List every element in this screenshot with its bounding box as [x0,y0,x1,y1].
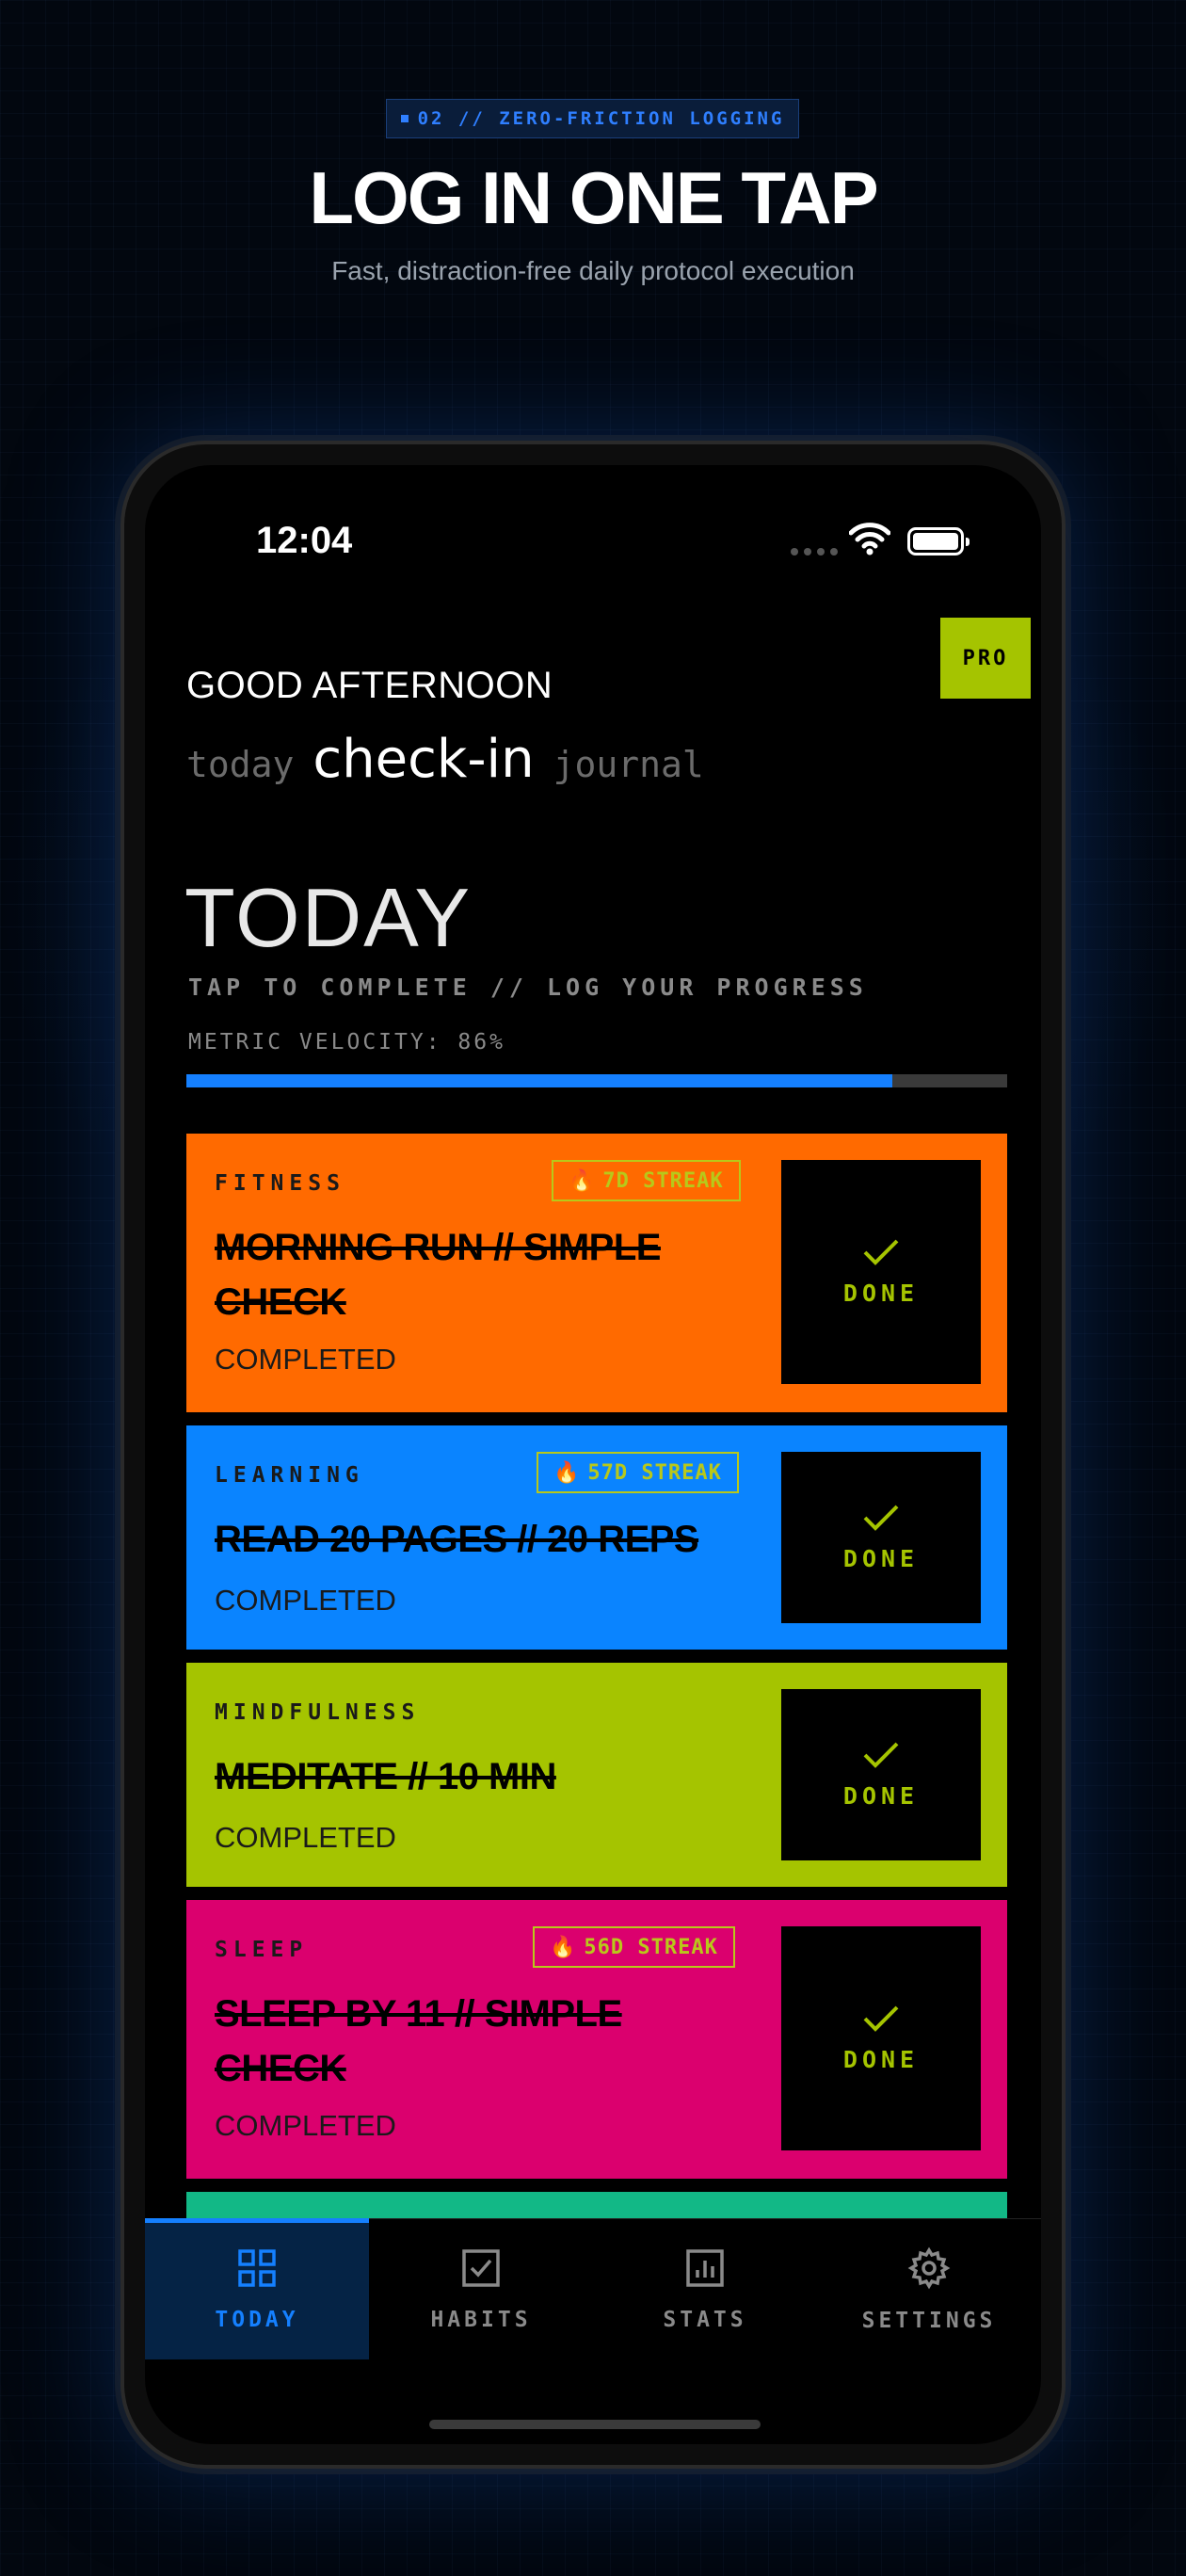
done-label: DONE [842,2045,920,2073]
habit-card-sleep[interactable]: SLEEP 🔥 56D STREAK SLEEP BY 11 // SIMPLE … [186,1900,1007,2179]
tab-today[interactable]: today [186,744,294,785]
streak-badge: 🔥 56D STREAK [533,1926,735,1968]
hero-subtitle: Fast, distraction-free daily protocol ex… [331,256,855,285]
velocity-label: METRIC VELOCITY: 86% [188,1030,505,1055]
flame-icon: 🔥 [550,1935,577,1959]
done-button[interactable]: DONE [781,1160,981,1384]
streak-label: 7D STREAK [602,1168,724,1193]
nav-label: STATS [663,2307,747,2332]
streak-badge: 🔥 57D STREAK [537,1452,739,1493]
habit-card-fitness[interactable]: FITNESS 🔥 7D STREAK MORNING RUN // SIMPLE… [186,1134,1007,1412]
done-label: DONE [842,1781,920,1810]
nav-stats[interactable]: STATS [593,2219,817,2359]
habit-name: READ 20 PAGES // 20 REPS [215,1519,699,1560]
habit-card-mindfulness[interactable]: MINDFULNESS MEDITATE // 10 MIN COMPLETED… [186,1663,1007,1887]
bottom-tab-bar: TODAY HABITS STATS SETTINGS [145,2218,1041,2359]
hero-title: LOG IN ONE TAP [309,156,878,239]
signal-dots-icon [791,548,838,555]
checkmark-icon [863,1742,899,1768]
page-title: TODAY [184,871,473,964]
done-button[interactable]: DONE [781,1452,981,1623]
nav-today[interactable]: TODAY [145,2218,369,2359]
view-tabs: today check-in journal [186,729,704,790]
flame-icon: 🔥 [569,1168,596,1193]
nav-label: HABITS [430,2307,532,2332]
done-button[interactable]: DONE [781,1926,981,2150]
habit-name: MORNING RUN // SIMPLE CHECK [215,1227,661,1323]
page-subtitle: TAP TO COMPLETE // LOG YOUR PROGRESS [188,974,868,1001]
habit-state: COMPLETED [215,1584,396,1617]
nav-label: TODAY [215,2307,299,2332]
habit-category: MINDFULNESS [215,1700,421,1725]
habit-card-learning[interactable]: LEARNING 🔥 57D STREAK READ 20 PAGES // 20… [186,1425,1007,1650]
phone-frame: 12:04 PRO GOOD AFTERNOON today check-in … [120,441,1066,2469]
habit-state: COMPLETED [215,1343,396,1376]
habit-state: COMPLETED [215,2109,396,2142]
flame-icon: 🔥 [553,1460,581,1485]
nav-settings[interactable]: SETTINGS [817,2219,1041,2359]
bar-chart-icon [686,2248,724,2287]
battery-icon [907,527,970,555]
tab-journal[interactable]: journal [553,744,704,785]
hero-badge-label: 02 // ZERO-FRICTION LOGGING [417,108,785,129]
velocity-progress-bar [186,1074,1007,1087]
checkmark-icon [863,2005,899,2032]
streak-label: 57D STREAK [587,1460,722,1485]
tab-check-in[interactable]: check-in [313,729,534,790]
home-indicator[interactable] [429,2420,761,2429]
streak-label: 56D STREAK [584,1935,718,1959]
streak-badge: 🔥 7D STREAK [552,1160,741,1201]
checkmark-icon [863,1239,899,1265]
done-label: DONE [842,1544,920,1572]
app-screen: 12:04 PRO GOOD AFTERNOON today check-in … [145,465,1041,2444]
square-icon [400,115,409,122]
habit-category: SLEEP [215,1938,309,1962]
checkbox-icon [462,2248,500,2287]
nav-habits[interactable]: HABITS [369,2219,593,2359]
habit-name: MEDITATE // 10 MIN [215,1756,556,1797]
wifi-icon [849,523,890,555]
gear-icon [907,2246,951,2289]
habit-state: COMPLETED [215,1821,396,1854]
habit-name: SLEEP BY 11 // SIMPLE CHECK [215,1993,622,2089]
velocity-progress-fill [186,1074,892,1087]
nav-label: SETTINGS [861,2308,997,2333]
habit-category: FITNESS [215,1171,345,1196]
greeting: GOOD AFTERNOON [186,665,553,706]
pro-button[interactable]: PRO [940,618,1031,699]
done-label: DONE [842,1279,920,1307]
hero-badge: 02 // ZERO-FRICTION LOGGING [386,99,799,138]
habit-category: LEARNING [215,1463,364,1488]
status-time: 12:04 [256,520,353,561]
done-button[interactable]: DONE [781,1689,981,1860]
checkmark-icon [863,1505,899,1531]
grid-icon [238,2248,276,2287]
